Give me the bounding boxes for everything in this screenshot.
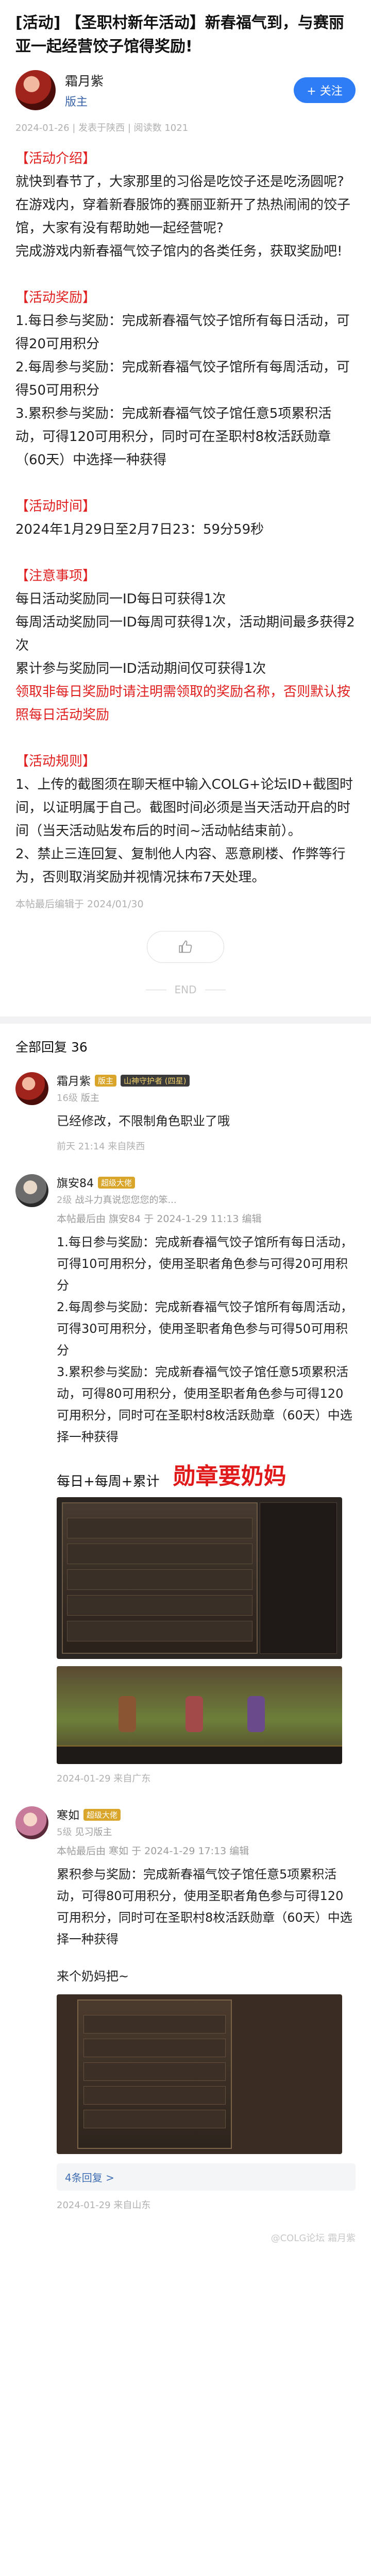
screenshot-image[interactable] xyxy=(57,1994,342,2154)
user-signature: 见习版主 xyxy=(75,1827,112,1838)
comment-sub: 5级 见习版主 xyxy=(57,1825,356,1838)
notice-line: 每日活动奖励同一ID每日可获得1次 xyxy=(15,591,226,607)
user-tag: 山神守护者 (四星) xyxy=(121,1074,190,1087)
comment-line: 2.每周参与奖励：完成新春福气饺子馆所有每周活动，可得30可用积分，使用圣职者角… xyxy=(57,1300,353,1358)
reward-line: 3.累积参与奖励：完成新春福气饺子馆任意5项累积活动，可得120可用积分，同时可… xyxy=(15,406,332,468)
rules-title: 【活动规则】 xyxy=(15,754,96,769)
user-tag: 版主 xyxy=(95,1074,117,1087)
time-text: 2024年1月29日至2月7日23：59分59秒 xyxy=(15,522,264,537)
promo-right: 勋章要奶妈 xyxy=(173,1463,286,1489)
post-title: [活动] 【圣职村新年活动】新春福气到，与赛丽亚一起经营饺子馆得奖励! xyxy=(15,14,344,56)
comment-edit-note: 本帖最后由 旗安84 于 2024-1-29 11:13 编辑 xyxy=(57,1213,262,1225)
reward-line: 2.每周参与奖励：完成新春福气饺子馆所有每周活动，可得50可用积分 xyxy=(15,360,350,398)
comment-author[interactable]: 寒如 xyxy=(57,1806,79,1823)
rules-line: 1、上传的截图须在聊天框中输入COLG+论坛ID+截图时间，以证明属于自己。截图… xyxy=(15,777,353,839)
comment-line: 1.每日参与奖励：完成新春福气饺子馆所有每日活动，可得10可用积分，使用圣职者角… xyxy=(57,1235,353,1293)
reward-line: 1.每日参与奖励：完成新春福气饺子馆所有每日活动，可得20可用积分 xyxy=(15,313,350,352)
comment-author[interactable]: 旗安84 xyxy=(57,1174,94,1191)
comment-item: 寒如 超级大佬 5级 见习版主 本帖最后由 寒如 于 2024-1-29 17:1… xyxy=(0,1795,371,2222)
comment-name-row: 旗安84 超级大佬 xyxy=(57,1174,356,1191)
post-meta: 2024-01-26 | 发表于陕西 | 阅读数 1021 xyxy=(15,123,189,133)
avatar[interactable] xyxy=(15,1806,48,1839)
rules-line: 2、禁止三连回复、复制他人内容、恶意刷楼、作弊等行为，否则取消奖励并视情况抹布7… xyxy=(15,846,346,885)
bottom-bar: @COLG论坛 霜月紫 xyxy=(0,2222,371,2252)
thumbs-up-icon xyxy=(179,940,192,953)
post-content: 【活动介绍】 就快到春节了，大家那里的习俗是吃饺子还是吃汤圆呢? 在游戏内，穿着… xyxy=(0,134,371,889)
author-row: 霜月紫 版主 + 关注 xyxy=(0,59,371,110)
notice-line: 每周活动奖励同一ID每周可获得1次，活动期间最多获得2次 xyxy=(15,615,355,653)
comment-name-row: 霜月紫 版主 山神守护者 (四星) xyxy=(57,1072,356,1089)
author-info: 霜月紫 版主 xyxy=(65,71,294,109)
notice-line: 累计参与奖励同一ID活动期间仅可获得1次 xyxy=(15,661,266,676)
notice-title: 【注意事项】 xyxy=(15,568,96,584)
comment-body: 寒如 超级大佬 5级 见习版主 本帖最后由 寒如 于 2024-1-29 17:1… xyxy=(57,1806,356,2211)
user-level: 2级 xyxy=(57,1195,72,1206)
user-tag: 超级大佬 xyxy=(98,1176,136,1189)
replies-link[interactable]: 4条回复 > xyxy=(57,2163,356,2191)
avatar[interactable] xyxy=(15,70,56,110)
comments-label: 全部回复 xyxy=(15,1040,68,1055)
intro-title: 【活动介绍】 xyxy=(15,151,96,166)
comment-body: 霜月紫 版主 山神守护者 (四星) 16级 版主 已经修改，不限制角色职业了哦 前… xyxy=(57,1072,356,1153)
watermark: @COLG论坛 霜月紫 xyxy=(271,2233,356,2244)
comment-sub: 2级 战斗力真说您您您的笨... xyxy=(57,1193,356,1206)
comment-text: 1.每日参与奖励：完成新春福气饺子馆所有每日活动，可得10可用积分，使用圣职者角… xyxy=(57,1231,356,1448)
intro-line: 在游戏内，穿着新春服饰的赛丽亚新开了热热闹闹的饺子馆，大家有没有帮助她一起经营呢… xyxy=(15,197,351,236)
user-badge: 版主 xyxy=(80,1093,99,1104)
follow-button[interactable]: + 关注 xyxy=(294,77,356,103)
comments-header: 全部回复 36 xyxy=(0,1024,371,1061)
author-badge: 版主 xyxy=(65,96,88,109)
comment-time: 2024-01-29 来自广东 xyxy=(57,1773,151,1784)
screenshot-image[interactable] xyxy=(57,1497,342,1659)
avatar[interactable] xyxy=(15,1072,48,1105)
avatar[interactable] xyxy=(15,1174,48,1207)
comment-line: 3.累积参与奖励：完成新春福气饺子馆任意5项累积活动，可得80可用积分，使用圣职… xyxy=(57,1365,352,1444)
time-title: 【活动时间】 xyxy=(15,499,96,514)
screenshot-image[interactable] xyxy=(57,1666,342,1764)
user-level: 5级 xyxy=(57,1827,72,1838)
comment-text: 来个奶妈把~ xyxy=(57,1969,129,1984)
post-page: [活动] 【圣职村新年活动】新春福气到，与赛丽亚一起经营饺子馆得奖励! 霜月紫 … xyxy=(0,0,371,2252)
comment-edit-note: 本帖最后由 寒如 于 2024-1-29 17:13 编辑 xyxy=(57,1845,249,1857)
end-label: END xyxy=(174,984,197,996)
comment-name-row: 寒如 超级大佬 xyxy=(57,1806,356,1823)
promo-left: 每日+每周+累计 xyxy=(57,1474,160,1489)
reward-title: 【活动奖励】 xyxy=(15,290,96,306)
user-tag: 超级大佬 xyxy=(83,1808,121,1821)
section-divider xyxy=(0,1016,371,1024)
comments-count: 36 xyxy=(71,1040,88,1055)
comment-time: 前天 21:14 来自陕西 xyxy=(57,1141,145,1152)
user-signature: 战斗力真说您您您的笨... xyxy=(75,1195,177,1206)
edited-note: 本帖最后编辑于 2024/01/30 xyxy=(15,899,144,910)
notice-red: 领取非每日奖励时请注明需领取的奖励名称，否则默认按照每日活动奖励 xyxy=(15,684,351,723)
user-level: 16级 xyxy=(57,1093,78,1104)
author-name[interactable]: 霜月紫 xyxy=(65,71,294,90)
comment-time: 2024-01-29 来自山东 xyxy=(57,2200,151,2211)
comment-item: 旗安84 超级大佬 2级 战斗力真说您您您的笨... 本帖最后由 旗安84 于 2… xyxy=(0,1163,371,1795)
comment-body: 旗安84 超级大佬 2级 战斗力真说您您您的笨... 本帖最后由 旗安84 于 2… xyxy=(57,1174,356,1785)
like-area xyxy=(0,910,371,963)
comment-sub: 16级 版主 xyxy=(57,1091,356,1104)
like-button[interactable] xyxy=(147,931,224,963)
promo-banner: 每日+每周+累计 勋章要奶妈 xyxy=(57,1463,356,1490)
end-marker: END xyxy=(0,963,371,1016)
comment-text: 累积参与奖励：完成新春福气饺子馆任意5项累积活动，可得80可用积分，使用圣职者角… xyxy=(57,1867,352,1946)
comment-item: 霜月紫 版主 山神守护者 (四星) 16级 版主 已经修改，不限制角色职业了哦 前… xyxy=(0,1061,371,1163)
comment-author[interactable]: 霜月紫 xyxy=(57,1072,91,1089)
intro-line: 就快到春节了，大家那里的习俗是吃饺子还是吃汤圆呢? xyxy=(15,174,344,190)
intro-line: 完成游戏内新春福气饺子馆内的各类任务，获取奖励吧! xyxy=(15,244,343,259)
comment-text: 已经修改，不限制角色职业了哦 xyxy=(57,1114,230,1128)
